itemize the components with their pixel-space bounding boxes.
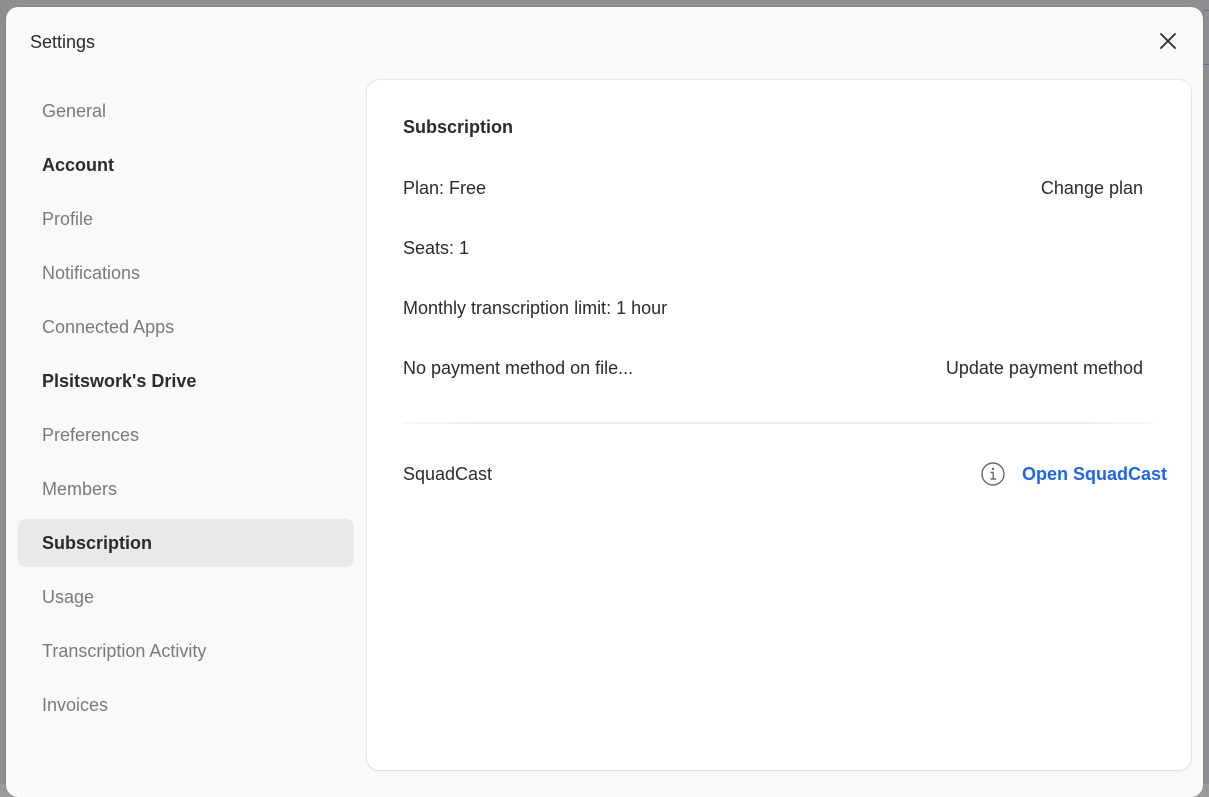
sidebar-item-label: Transcription Activity <box>42 641 207 661</box>
sidebar-item-connected-apps[interactable]: Connected Apps <box>18 303 354 351</box>
seats-text: Seats: 1 <box>403 237 470 258</box>
close-button[interactable] <box>1154 29 1182 57</box>
sidebar-item-usage[interactable]: Usage <box>18 573 354 621</box>
squadcast-actions: Open SquadCast <box>980 461 1167 487</box>
transcription-limit-text: Monthly transcription limit: 1 hour <box>403 297 668 318</box>
sidebar-item-label: Usage <box>42 587 95 607</box>
sidebar-section-drive: Plsitswork's Drive <box>42 371 197 391</box>
dialog-title: Settings <box>30 32 96 52</box>
panel-title: Subscription <box>403 117 514 137</box>
plan-row: Plan: Free Change plan <box>403 175 1143 201</box>
backdrop-decoration <box>1203 10 1209 11</box>
sidebar-item-label: Subscription <box>42 533 153 553</box>
sidebar-item-notifications[interactable]: Notifications <box>18 249 354 297</box>
sidebar-item-label: Connected Apps <box>42 317 175 337</box>
plan-text: Plan: Free <box>403 177 487 198</box>
sidebar-item-profile[interactable]: Profile <box>18 195 354 243</box>
payment-row: No payment method on file... Update paym… <box>403 355 1143 381</box>
sidebar-item-label: Invoices <box>42 695 109 715</box>
sidebar-item-subscription[interactable]: Subscription <box>18 519 354 567</box>
settings-sidebar: General Account Profile Notifications Co… <box>18 87 354 735</box>
sidebar-item-general[interactable]: General <box>18 87 354 135</box>
squadcast-row: SquadCast Open SquadCast <box>403 460 1167 488</box>
sidebar-item-label: Members <box>42 479 118 499</box>
sidebar-item-transcription-activity[interactable]: Transcription Activity <box>18 627 354 675</box>
sidebar-item-invoices[interactable]: Invoices <box>18 681 354 729</box>
sidebar-item-label: General <box>42 101 107 121</box>
seats-row: Seats: 1 <box>403 235 1143 261</box>
close-icon <box>1158 31 1178 56</box>
limit-row: Monthly transcription limit: 1 hour <box>403 295 1143 321</box>
divider <box>403 422 1155 424</box>
settings-dialog: Settings General Account Profile Notific… <box>6 7 1203 797</box>
open-squadcast-link[interactable]: Open SquadCast <box>1022 464 1167 485</box>
squadcast-label: SquadCast <box>403 463 493 484</box>
sidebar-item-label: Notifications <box>42 263 141 283</box>
sidebar-item-label: Profile <box>42 209 94 229</box>
payment-method-text: No payment method on file... <box>403 357 634 378</box>
subscription-panel: Subscription Plan: Free Change plan Seat… <box>367 80 1191 770</box>
sidebar-item-members[interactable]: Members <box>18 465 354 513</box>
backdrop-decoration <box>1203 64 1209 65</box>
update-payment-button[interactable]: Update payment method <box>946 358 1143 379</box>
sidebar-item-label: Preferences <box>42 425 140 445</box>
sidebar-item-preferences[interactable]: Preferences <box>18 411 354 459</box>
change-plan-button[interactable]: Change plan <box>1041 178 1143 199</box>
info-icon[interactable] <box>980 461 1006 487</box>
sidebar-section-account: Account <box>42 155 114 175</box>
